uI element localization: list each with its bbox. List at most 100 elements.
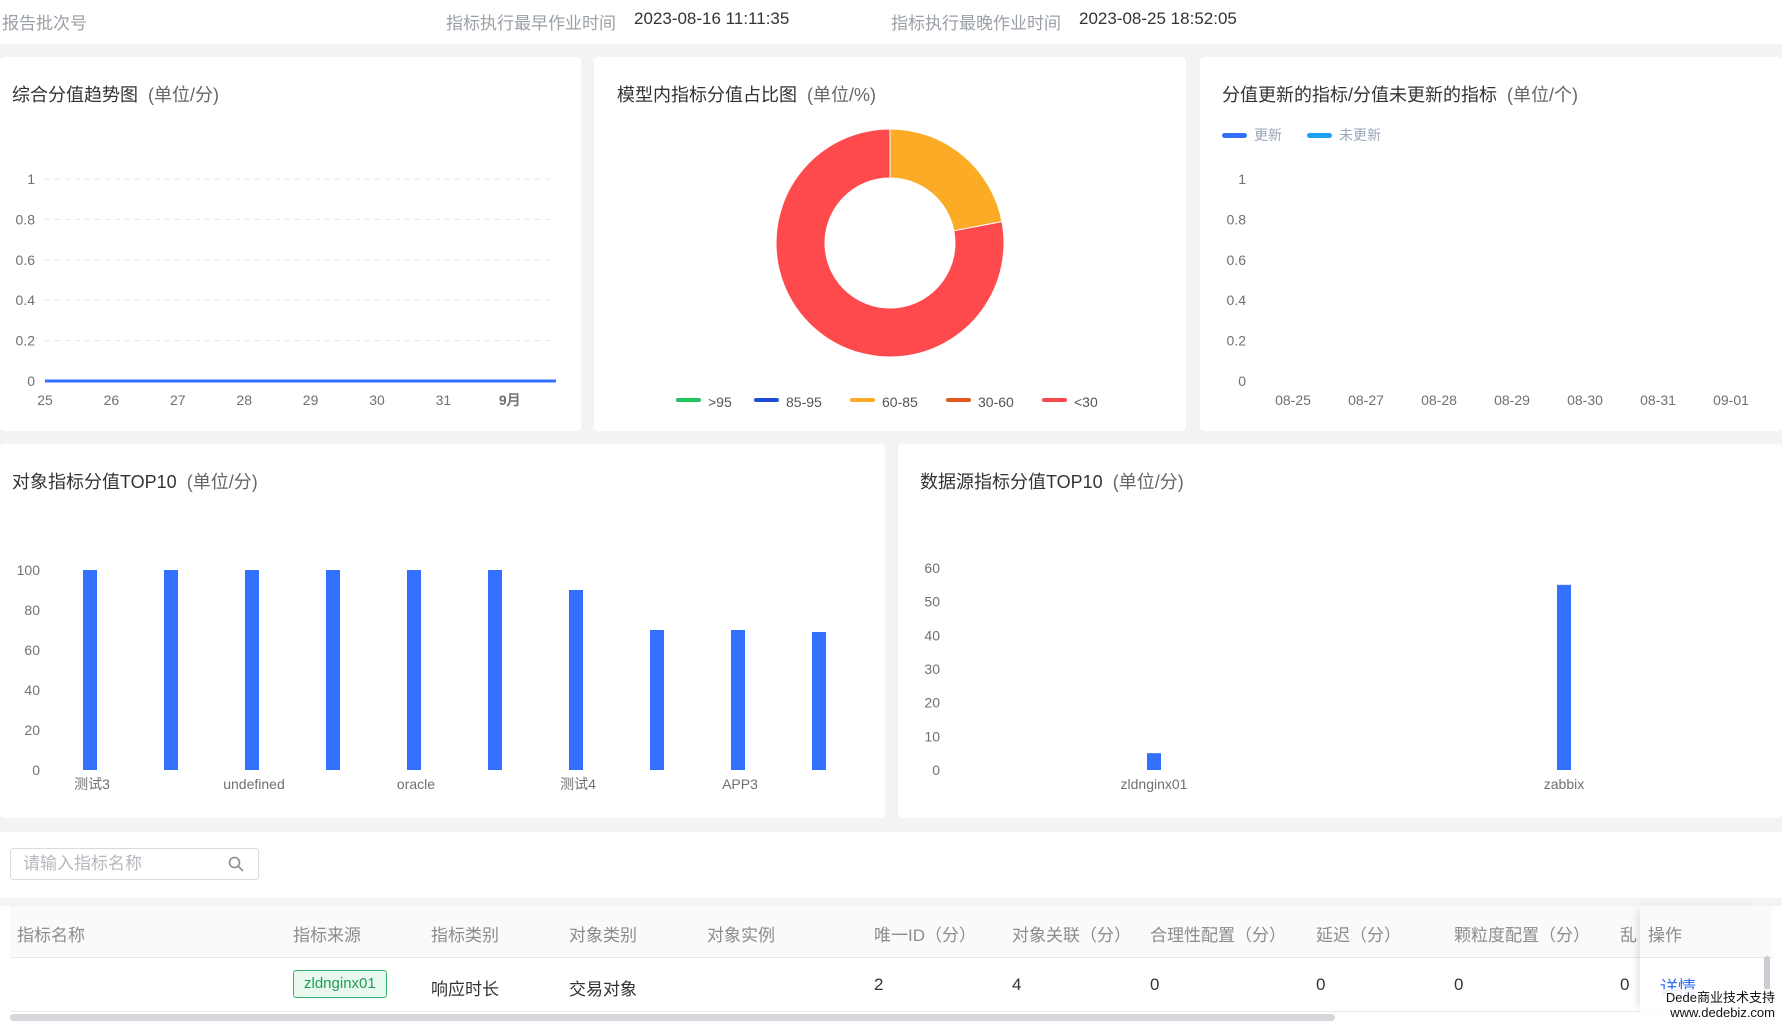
- search-bar: [0, 832, 1782, 898]
- bar: [326, 570, 340, 770]
- x-tick-label: 09-01: [1713, 392, 1749, 408]
- legend-swatch: [1042, 398, 1067, 402]
- x-tick-label: undefined: [223, 776, 285, 792]
- legend-label: 更新: [1254, 127, 1282, 143]
- col-granularity-config[interactable]: 颗粒度配置（分）: [1454, 921, 1590, 946]
- watermark-line2: www.dedebiz.com: [1670, 1005, 1775, 1020]
- y-tick-label: 1: [27, 171, 35, 187]
- x-tick-label: zabbix: [1544, 776, 1584, 792]
- cell-unique-id: 2: [874, 975, 884, 994]
- y-tick-label: 0: [932, 762, 940, 778]
- bar: [650, 630, 664, 770]
- x-tick-label: 26: [104, 392, 120, 408]
- x-tick-label: APP3: [722, 776, 758, 792]
- source-tag: zldnginx01: [293, 970, 387, 998]
- cell-object-type: 交易对象: [569, 980, 637, 999]
- legend-swatch: [850, 398, 875, 402]
- source-top10-card: 数据源指标分值TOP10 (单位/分) 0 10 20 30 40 50 60 zldnginx…: [898, 444, 1782, 818]
- y-tick-label: 0.4: [16, 292, 36, 308]
- col-delay[interactable]: 延迟（分）: [1316, 921, 1401, 946]
- col-truncated[interactable]: 乱: [1620, 921, 1637, 946]
- bar: [731, 630, 745, 770]
- x-tick-label: 08-25: [1275, 392, 1311, 408]
- legend-swatch: [1222, 133, 1247, 138]
- legend-label: >95: [708, 394, 732, 410]
- cell-granularity: 0: [1454, 975, 1464, 994]
- legend-label: 60-85: [882, 394, 918, 410]
- earliest-time-label: 指标执行最早作业时间: [446, 14, 616, 33]
- y-tick-label: 0.6: [1227, 252, 1247, 268]
- col-reasonable-config[interactable]: 合理性配置（分）: [1150, 921, 1286, 946]
- y-tick-label: 0.8: [1227, 211, 1247, 227]
- legend-label: <30: [1074, 394, 1098, 410]
- legend-swatch: [754, 398, 779, 402]
- y-tick-label: 10: [924, 728, 940, 744]
- x-tick-label: 08-27: [1348, 392, 1384, 408]
- table-row[interactable]: zldnginx01 响应时长 交易对象 2 4 0 0 0 0: [10, 958, 1772, 1012]
- cell-delay: 0: [1316, 975, 1326, 994]
- x-tick-label: 28: [236, 392, 252, 408]
- donut-slice: [889, 128, 1003, 232]
- ratio-chart-card: 模型内指标分值占比图 (单位/%) >95 85-95 60-85 30-60 <30: [594, 57, 1186, 431]
- cell-relation: 4: [1012, 975, 1022, 994]
- y-tick-label: 0.6: [16, 252, 36, 268]
- legend-label: 30-60: [978, 394, 1014, 410]
- x-tick-label: 31: [436, 392, 452, 408]
- watermark: Dede商业技术支持 www.dedebiz.com: [1662, 989, 1778, 1021]
- x-tick-label: zldnginx01: [1121, 776, 1188, 792]
- col-indicator-category[interactable]: 指标类别: [431, 921, 499, 946]
- col-object-instance[interactable]: 对象实例: [707, 921, 775, 946]
- y-tick-label: 40: [24, 682, 40, 698]
- search-input[interactable]: [23, 853, 213, 875]
- latest-time-label: 指标执行最晚作业时间: [891, 14, 1061, 33]
- y-tick-label: 80: [24, 602, 40, 618]
- x-tick-label: 测试4: [560, 776, 596, 792]
- report-header: 报告批次号 指标执行最早作业时间 2023-08-16 11:11:35 指标执…: [0, 0, 1782, 44]
- bar: [1557, 584, 1571, 770]
- cell-truncated: 0: [1620, 975, 1630, 994]
- y-tick-label: 60: [24, 642, 40, 658]
- horizontal-scrollbar[interactable]: [10, 1014, 1335, 1021]
- bar: [488, 570, 502, 770]
- col-object-type[interactable]: 对象类别: [569, 921, 637, 946]
- y-tick-label: 40: [924, 627, 940, 643]
- search-box[interactable]: [10, 848, 259, 880]
- legend-swatch: [946, 398, 971, 402]
- x-tick-label: 29: [303, 392, 319, 408]
- source-top10-bar-chart: 0 10 20 30 40 50 60 zldnginx01 zabbix: [924, 560, 1584, 792]
- bar: [569, 590, 583, 770]
- update-chart-card: 分值更新的指标/分值未更新的指标 (单位/个) 更新 未更新 0 0.2 0.4 0.6 0.…: [1200, 57, 1782, 431]
- bar: [1147, 753, 1161, 770]
- col-indicator-source[interactable]: 指标来源: [293, 921, 361, 946]
- x-tick-label: 25: [37, 392, 53, 408]
- bar: [245, 570, 259, 770]
- x-tick-label: 08-28: [1421, 392, 1457, 408]
- table-header-row: 指标名称 指标来源 指标类别 对象类别 对象实例 唯一ID（分） 对象关联（分）…: [10, 906, 1772, 958]
- latest-time-value: 2023-08-25 18:52:05: [1079, 9, 1237, 28]
- y-tick-label: 0: [1238, 373, 1246, 389]
- cell-reasonable: 0: [1150, 975, 1160, 994]
- batch-label: 报告批次号: [2, 14, 87, 33]
- col-unique-id[interactable]: 唯一ID（分）: [874, 921, 976, 946]
- legend-label: 未更新: [1339, 127, 1381, 143]
- x-tick-label: 9月: [499, 392, 521, 408]
- x-tick-label: 08-29: [1494, 392, 1530, 408]
- earliest-time-value: 2023-08-16 11:11:35: [634, 9, 790, 28]
- ratio-donut-chart: >95 85-95 60-85 30-60 <30: [676, 128, 1098, 410]
- y-tick-label: 20: [24, 722, 40, 738]
- y-tick-label: 50: [924, 594, 940, 610]
- x-tick-label: 30: [369, 392, 385, 408]
- bar: [812, 632, 826, 770]
- search-icon[interactable]: [228, 856, 244, 872]
- indicator-table: 指标名称 指标来源 指标类别 对象类别 对象实例 唯一ID（分） 对象关联（分）…: [0, 906, 1782, 1025]
- legend-label: 85-95: [786, 394, 822, 410]
- col-indicator-name[interactable]: 指标名称: [17, 921, 85, 946]
- y-tick-label: 0.2: [1227, 333, 1247, 349]
- col-object-relation[interactable]: 对象关联（分）: [1012, 921, 1131, 946]
- y-tick-label: 0: [27, 373, 35, 389]
- x-tick-label: oracle: [397, 776, 435, 792]
- watermark-line1: Dede商业技术支持: [1665, 990, 1775, 1005]
- update-line-chart: 更新 未更新 0 0.2 0.4 0.6 0.8 1 08-25 08-27 08-28 08-29 0…: [1222, 127, 1749, 408]
- x-tick-label: 27: [170, 392, 186, 408]
- bar: [164, 570, 178, 770]
